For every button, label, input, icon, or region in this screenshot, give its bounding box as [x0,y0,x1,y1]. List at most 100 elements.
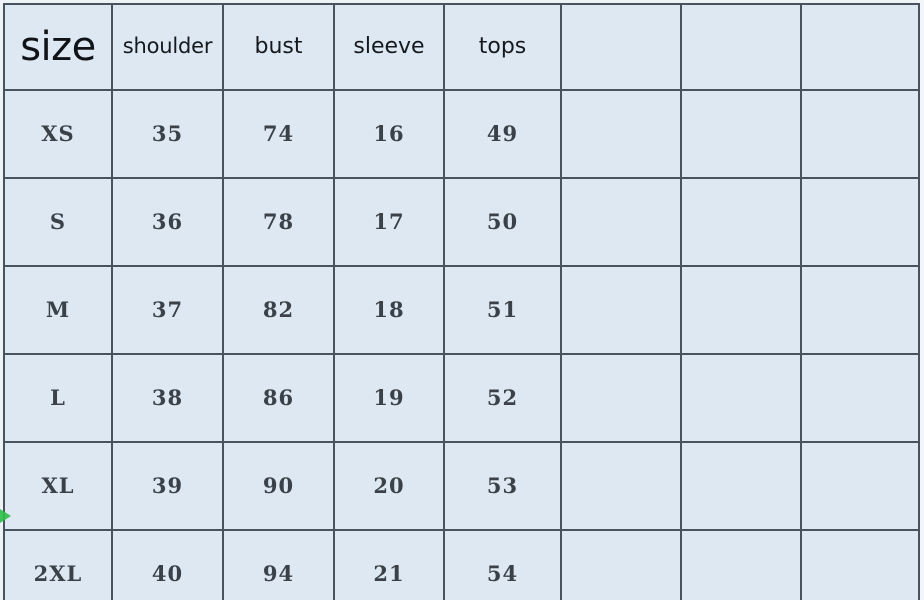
cell-bust: 94 [222,529,335,600]
column-header-blank2 [680,3,802,91]
cell-sleeve: 19 [333,353,445,443]
cell-blank3 [800,353,920,443]
table-header-row: size shoulder bust sleeve tops [3,3,920,91]
cell-blank2 [680,265,802,355]
cell-sleeve: 18 [333,265,445,355]
column-header-size: size [3,3,113,91]
cell-value: 51 [486,296,519,322]
cell-value: 18 [373,296,405,322]
cell-shoulder: 39 [111,441,224,531]
size-chart-canvas: size shoulder bust sleeve tops XS 35 74 16 49 S 36 7… [0,0,924,600]
column-header-sleeve: sleeve [333,3,445,91]
cell-value: 74 [262,120,295,146]
column-header-label: tops [478,34,527,59]
cell-blank3 [800,265,920,355]
cell-tops: 54 [443,529,562,600]
cell-size: S [3,177,113,267]
cell-value: 52 [486,384,519,410]
cell-bust: 78 [222,177,335,267]
cell-size: 2XL [3,529,113,600]
cell-value: 50 [486,208,519,234]
cell-bust: 90 [222,441,335,531]
cell-value: 54 [486,560,519,586]
column-header-label: bust [254,34,303,59]
column-header-blank3 [800,3,920,91]
cell-blank2 [680,177,802,267]
cell-tops: 49 [443,89,562,179]
table-row: L 38 86 19 52 [3,353,920,443]
cell-blank2 [680,441,802,531]
table-row: XL 39 90 20 53 [3,441,920,531]
cell-shoulder: 35 [111,89,224,179]
cell-blank3 [800,529,920,600]
cell-size: XS [3,89,113,179]
cell-bust: 82 [222,265,335,355]
cell-bust: 86 [222,353,335,443]
cell-blank2 [680,529,802,600]
cell-tops: 51 [443,265,562,355]
cell-value: L [50,384,66,410]
cell-value: 21 [373,560,405,586]
cell-size: L [3,353,113,443]
cell-bust: 74 [222,89,335,179]
cell-blank3 [800,89,920,179]
cell-blank1 [560,265,682,355]
cell-value: 86 [262,384,295,410]
cell-blank2 [680,353,802,443]
cell-value: 39 [151,472,184,498]
cell-tops: 53 [443,441,562,531]
cell-value: 53 [486,472,519,498]
cell-value: XL [41,472,75,498]
cell-value: 82 [262,296,295,322]
column-header-shoulder: shoulder [111,3,224,91]
column-header-label: size [20,24,96,70]
cell-value: 94 [262,560,295,586]
cell-shoulder: 40 [111,529,224,600]
cell-value: 78 [262,208,295,234]
cell-size: M [3,265,113,355]
table-row: M 37 82 18 51 [3,265,920,355]
cell-value: 35 [151,120,184,146]
cell-blank1 [560,529,682,600]
cell-shoulder: 38 [111,353,224,443]
cell-sleeve: 20 [333,441,445,531]
cell-tops: 50 [443,177,562,267]
cell-size: XL [3,441,113,531]
cell-blank1 [560,89,682,179]
cell-blank1 [560,353,682,443]
cell-value: S [49,208,67,234]
cell-blank3 [800,441,920,531]
cell-value: 90 [262,472,295,498]
size-chart-table: size shoulder bust sleeve tops XS 35 74 16 49 S 36 7… [3,3,920,600]
column-header-blank1 [560,3,682,91]
cell-blank2 [680,89,802,179]
column-header-bust: bust [222,3,335,91]
cell-tops: 52 [443,353,562,443]
cell-sleeve: 17 [333,177,445,267]
cell-value: M [45,296,71,322]
table-row: S 36 78 17 50 [3,177,920,267]
cell-shoulder: 37 [111,265,224,355]
cell-blank1 [560,441,682,531]
cell-value: 38 [151,384,184,410]
cell-value: 16 [373,120,405,146]
column-header-label: shoulder [122,34,213,58]
cell-blank3 [800,177,920,267]
green-triangle-marker [0,509,11,523]
table-row: XS 35 74 16 49 [3,89,920,179]
cell-value: 36 [151,208,184,234]
cell-value: 40 [151,560,184,586]
cell-value: 37 [151,296,184,322]
cell-sleeve: 16 [333,89,445,179]
cell-value: XS [41,120,75,146]
cell-value: 2XL [33,560,83,586]
column-header-label: sleeve [353,34,425,59]
cell-shoulder: 36 [111,177,224,267]
cell-value: 20 [373,472,405,498]
cell-value: 17 [373,208,405,234]
table-row: 2XL 40 94 21 54 [3,529,920,600]
cell-value: 19 [373,384,405,410]
table-body: size shoulder bust sleeve tops XS 35 74 16 49 S 36 7… [3,3,920,600]
column-header-tops: tops [443,3,562,91]
cell-blank1 [560,177,682,267]
